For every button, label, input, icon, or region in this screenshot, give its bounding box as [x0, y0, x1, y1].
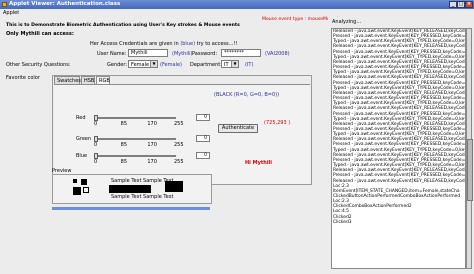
authenticate-button[interactable]: Authenticate — [218, 124, 258, 133]
chevron-down-icon[interactable]: ▼ — [150, 61, 157, 67]
preview-swatch — [73, 179, 77, 183]
maximize-icon[interactable]: □ — [457, 1, 465, 8]
log-line: Pressed - java.awt.event.KeyEvent[KEY_PR… — [333, 111, 466, 117]
only-mythili-label: Only Mythili can access: — [6, 31, 74, 37]
slider-tick-label: 85 — [120, 142, 128, 148]
slider-tick-label: 170 — [147, 159, 157, 165]
gender-label: Gender: — [107, 62, 128, 68]
slider-tick-label: 255 — [174, 121, 184, 127]
log-scrollbar[interactable] — [466, 28, 473, 269]
access-note-hint: (blue) — [180, 41, 196, 47]
window-title-bar[interactable]: Applet Viewer: Authentication.class _ □ … — [0, 0, 474, 9]
preview-panel: Sample Text Sample Text Sample Text Samp… — [52, 174, 212, 204]
mouse-status-text: Mouse event type : mouseMoved — [262, 17, 339, 22]
access-note-prefix: Her Access Credentials are given in — [90, 41, 179, 47]
preview-swatch — [73, 187, 81, 195]
department-select[interactable]: IT ▼ — [221, 60, 239, 68]
log-line: ClickedButtonActionPerformedComboBoxActi… — [333, 194, 461, 199]
event-log[interactable]: Released - java.awt.event.KeyEvent[KEY_R… — [331, 28, 466, 269]
greeting-text: Hi Mythili — [245, 160, 272, 166]
slider-value-blue[interactable]: 0 — [196, 152, 210, 159]
mouse-coordinates: (725,293 ) — [264, 120, 291, 126]
password-label: Password: — [192, 51, 218, 57]
slider-green[interactable] — [96, 138, 176, 140]
log-line: Released - java.awt.event.KeyEvent[KEY_R… — [333, 106, 465, 112]
department-select-value: IT — [224, 62, 229, 68]
slider-tick-label: 85 — [120, 159, 128, 165]
menu-applet[interactable]: Applet — [3, 10, 19, 16]
minimize-icon[interactable]: _ — [449, 1, 457, 8]
security-questions-label: Other Security Questions: — [6, 62, 71, 68]
chevron-down-icon[interactable]: ▼ — [231, 61, 238, 67]
access-note-suffix: try to access...!! — [196, 41, 238, 47]
log-line: Released - java.awt.event.KeyEvent[KEY_R… — [333, 178, 465, 184]
preview-bar — [52, 207, 210, 210]
slider-tick-label: 170 — [147, 121, 157, 127]
log-line: Pressed - java.awt.event.KeyEvent[KEY_PR… — [333, 173, 466, 179]
slider-blue[interactable] — [96, 155, 176, 157]
slider-label-green: Green — [76, 136, 92, 142]
preview-swatch — [83, 187, 89, 193]
log-line: Clicked3 — [333, 219, 352, 225]
applet-panel: This is to Demonstrate Biometric Authent… — [0, 17, 338, 274]
slider-tick-label: 0 — [94, 142, 98, 148]
slider-value-green[interactable]: 0 — [196, 135, 210, 142]
rgb-panel: (BLACK (R=0, G=0, B=0)) — [54, 84, 310, 184]
log-line: Pressed - java.awt.event.KeyEvent[KEY_PR… — [333, 142, 466, 148]
scrollbar-thumb[interactable] — [467, 139, 473, 201]
color-chooser: Swatches HSB RGB (BLACK (R=0, G=0, B=0)) — [52, 75, 312, 185]
log-line: Typed - java.awt.event.KeyEvent[KEY_TYPE… — [333, 147, 466, 153]
log-line: Released - java.awt.event.KeyEvent[KEY_R… — [333, 44, 465, 50]
preview-sample-text: Sample Text Sample Text — [111, 194, 174, 200]
tab-rgb[interactable]: RGB — [96, 76, 110, 84]
log-line: Released - java.awt.event.KeyEvent[KEY_R… — [333, 75, 465, 81]
preview-swatch — [81, 179, 87, 185]
slider-label-red: Red — [76, 115, 86, 121]
rgb-hint: (BLACK (R=0, G=0, B=0)) — [214, 92, 280, 98]
gender-hint: (Female) — [160, 62, 182, 68]
slider-red[interactable] — [96, 117, 176, 119]
java-app-icon — [2, 2, 7, 7]
slider-tick-label: 255 — [174, 142, 184, 148]
analyzing-label: Analyzing... — [332, 19, 362, 25]
gender-select-value: Female — [131, 62, 150, 68]
preview-black-box — [109, 185, 151, 193]
tab-swatches[interactable]: Swatches — [54, 76, 81, 84]
slider-tick-label: 255 — [174, 159, 184, 165]
slider-value-red[interactable]: 0 — [196, 114, 210, 121]
user-name-hint: (Mythili) — [172, 51, 193, 57]
slider-tick-label: 0 — [94, 159, 98, 165]
password-hint: (VAI2008) — [265, 51, 290, 57]
slider-tick-label: 170 — [147, 142, 157, 148]
window-title: Applet Viewer: Authentication.class — [9, 1, 121, 7]
color-tabs: Swatches HSB RGB — [54, 76, 154, 84]
menu-bar: Applet — [0, 9, 474, 17]
user-name-label: User Name: — [97, 51, 127, 57]
department-label: Department: — [190, 62, 222, 68]
intro-text: This is to Demonstrate Biometric Authent… — [6, 23, 240, 28]
close-icon[interactable]: × — [465, 1, 473, 8]
password-input[interactable]: ******** — [221, 49, 261, 57]
preview-black-box — [165, 181, 183, 192]
access-note: Her Access Credentials are given in (blu… — [90, 41, 237, 47]
slider-tick-label: 85 — [120, 121, 128, 127]
gender-select[interactable]: Female ▼ — [128, 60, 158, 68]
slider-label-blue: Blue — [76, 153, 88, 159]
tab-hsb[interactable]: HSB — [81, 76, 95, 84]
log-line: Pressed - java.awt.event.KeyEvent[KEY_PR… — [333, 80, 466, 86]
slider-tick-label: 0 — [94, 121, 98, 127]
favorite-color-label: Favorite color — [6, 75, 40, 81]
department-hint: (IT) — [245, 62, 254, 68]
user-name-input[interactable]: Mythili — [128, 49, 168, 57]
